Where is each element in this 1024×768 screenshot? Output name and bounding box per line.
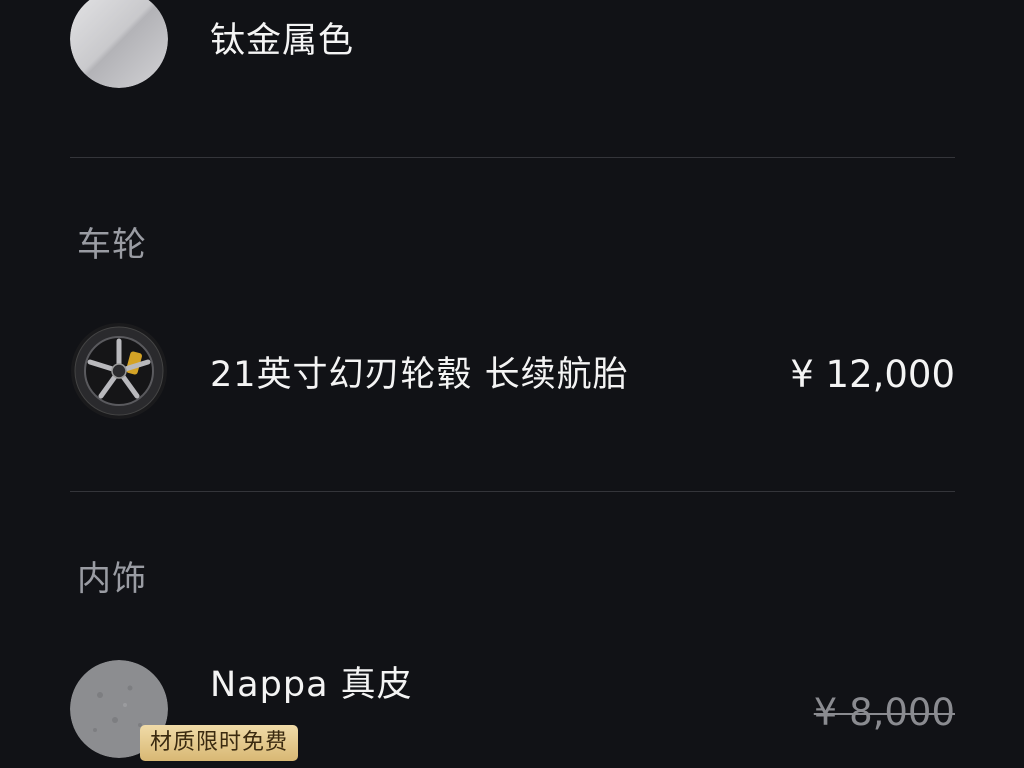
section-title-wheels: 车轮 xyxy=(77,225,147,265)
interior-original-price: ¥ 8,000 xyxy=(813,691,955,734)
divider xyxy=(70,157,955,158)
section-title-interior: 内饰 xyxy=(77,559,147,599)
titanium-swatch-icon xyxy=(70,0,168,88)
wheel-option-name: 21英寸幻刃轮毂 长续航胎 xyxy=(210,355,629,395)
wheel-option[interactable]: 21英寸幻刃轮毂 长续航胎 ¥ 12,000 xyxy=(70,322,955,422)
config-page: 钛金属色 车轮 21英寸幻刃轮毂 长续航胎 ¥ 12,000 内饰 Nappa … xyxy=(0,0,1024,768)
color-option-titanium[interactable]: 钛金属色 xyxy=(70,0,955,90)
wheel-price: ¥ 12,000 xyxy=(790,353,955,396)
promo-badge: 材质限时免费 xyxy=(140,725,299,761)
wheel-icon xyxy=(70,322,168,420)
color-option-name: 钛金属色 xyxy=(210,21,355,61)
divider xyxy=(70,491,955,492)
interior-option-name: Nappa 真皮 xyxy=(210,665,413,705)
